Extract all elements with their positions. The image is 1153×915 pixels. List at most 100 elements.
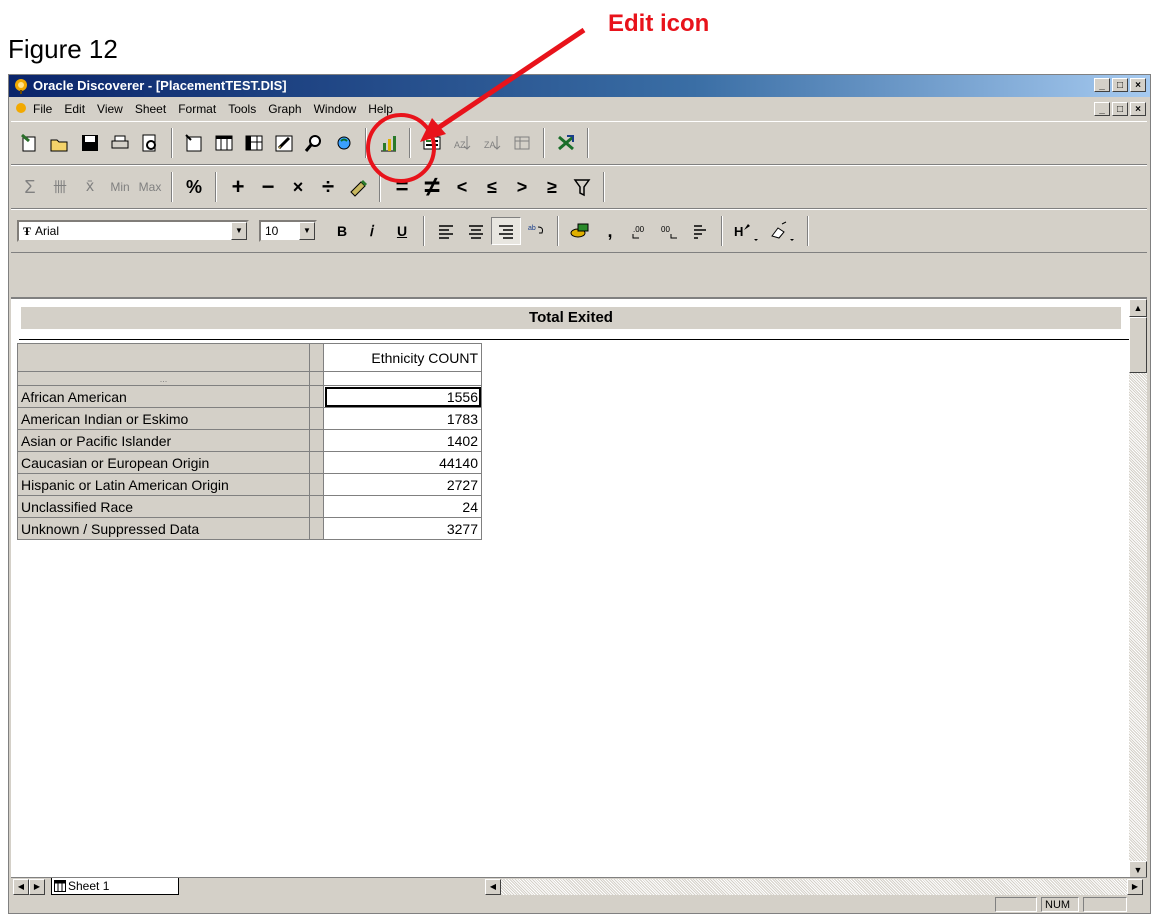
row-gap-cell [309,495,324,518]
align-left-icon[interactable] [431,217,461,245]
chevron-down-icon[interactable]: ▼ [299,222,315,240]
divide-button[interactable]: ÷ [313,173,343,201]
menu-window[interactable]: Window [314,102,357,116]
row-label[interactable]: African American [17,385,310,408]
multiply-button[interactable]: × [283,173,313,201]
sheet-tab-label: Sheet 1 [68,879,110,893]
tab-prev-icon[interactable]: ◀ [13,879,29,895]
print-icon[interactable] [105,129,135,157]
count-button[interactable]: 卌 [45,173,75,201]
column-header[interactable]: Ethnicity COUNT [323,343,482,372]
new-workbook-icon[interactable] [15,129,45,157]
row-label[interactable]: American Indian or Eskimo [17,407,310,430]
row-label[interactable]: Unclassified Race [17,495,310,518]
equals-button[interactable]: = [387,173,417,201]
font-size-select[interactable]: 10 ▼ [259,220,317,242]
doc-restore-button[interactable]: □ [1112,102,1128,116]
row-label[interactable]: Hispanic or Latin American Origin [17,473,310,496]
italic-button[interactable]: 𝑖 [357,217,387,245]
subtract-button[interactable]: − [253,173,283,201]
less-equal-button[interactable]: ≤ [477,173,507,201]
row-label[interactable]: Asian or Pacific Islander [17,429,310,452]
increase-decimal-icon[interactable]: .00 [625,217,655,245]
open-icon[interactable] [45,129,75,157]
row-label[interactable]: Unknown / Suppressed Data [17,517,310,540]
format-data-icon[interactable] [685,217,715,245]
graph-icon[interactable] [373,129,403,157]
tab-sheet-1[interactable]: Sheet 1 [51,878,179,895]
value-cell[interactable]: 1783 [323,407,482,430]
percent-button[interactable]: % [179,173,209,201]
less-than-button[interactable]: < [447,173,477,201]
not-equal-button[interactable]: ≠ [417,171,447,202]
export-excel-icon[interactable] [551,129,581,157]
calculator-icon[interactable] [343,173,373,201]
num-lock-indicator: NUM [1041,897,1079,912]
save-icon[interactable] [75,129,105,157]
align-center-icon[interactable] [461,217,491,245]
sum-button[interactable]: Σ [15,173,45,201]
minimize-button[interactable]: _ [1094,78,1110,92]
document-icon[interactable] [13,102,29,116]
menu-edit[interactable]: Edit [64,102,85,116]
average-button[interactable]: x̄ [75,173,105,201]
menu-graph[interactable]: Graph [268,102,301,116]
maximize-button[interactable]: □ [1112,78,1128,92]
vertical-scrollbar[interactable]: ▲ ▼ [1129,299,1147,879]
row-header-handle[interactable]: ... [17,371,310,386]
find-icon[interactable] [299,129,329,157]
totals-icon[interactable] [417,129,447,157]
menu-format[interactable]: Format [178,102,216,116]
menu-file[interactable]: File [33,102,52,116]
min-button[interactable]: Min [105,173,135,201]
value-cell[interactable]: 24 [323,495,482,518]
decrease-decimal-icon[interactable]: 00 [655,217,685,245]
font-size-value: 10 [265,224,279,238]
scroll-right-icon[interactable]: ▶ [1127,879,1143,895]
add-button[interactable]: + [223,173,253,201]
menu-sheet[interactable]: Sheet [135,102,166,116]
crosstab-layout-icon[interactable] [239,129,269,157]
currency-icon[interactable] [565,217,595,245]
tab-next-icon[interactable]: ▶ [29,879,45,895]
sort-ascending-icon[interactable]: AZ [447,129,477,157]
menu-view[interactable]: View [97,102,123,116]
row-gap-cell [309,371,324,386]
fill-color-icon[interactable] [765,217,801,245]
value-cell[interactable]: 1556 [323,385,482,408]
horizontal-scrollbar[interactable]: ◀ ▶ [485,879,1143,895]
greater-equal-button[interactable]: ≥ [537,173,567,201]
font-name-select[interactable]: Ŧ Arial ▼ [17,220,249,242]
wrap-text-icon[interactable]: ab [521,217,551,245]
table-row: African American 1556 [17,385,482,408]
edit-sheet-icon[interactable] [269,129,299,157]
menu-tools[interactable]: Tools [228,102,256,116]
bold-button[interactable]: B [327,217,357,245]
max-button[interactable]: Max [135,173,165,201]
align-right-icon[interactable] [491,217,521,245]
table-layout-icon[interactable] [209,129,239,157]
value-cell[interactable]: 44140 [323,451,482,474]
chevron-down-icon[interactable]: ▼ [231,222,247,240]
new-sheet-wizard-icon[interactable] [179,129,209,157]
highlight-icon[interactable]: H [729,217,765,245]
close-button[interactable]: × [1130,78,1146,92]
drill-icon[interactable] [329,129,359,157]
scroll-up-icon[interactable]: ▲ [1129,299,1147,317]
scroll-thumb[interactable] [1129,317,1147,373]
underline-button[interactable]: U [387,217,417,245]
menu-help[interactable]: Help [368,102,393,116]
print-preview-icon[interactable] [135,129,165,157]
filter-icon[interactable] [567,173,597,201]
greater-than-button[interactable]: > [507,173,537,201]
row-label[interactable]: Caucasian or European Origin [17,451,310,474]
scroll-left-icon[interactable]: ◀ [485,879,501,895]
sort-descending-icon[interactable]: ZA [477,129,507,157]
value-cell[interactable]: 2727 [323,473,482,496]
doc-minimize-button[interactable]: _ [1094,102,1110,116]
comma-style-button[interactable]: , [595,217,625,245]
value-cell[interactable]: 1402 [323,429,482,452]
pivot-icon[interactable] [507,129,537,157]
doc-close-button[interactable]: × [1130,102,1146,116]
value-cell[interactable]: 3277 [323,517,482,540]
